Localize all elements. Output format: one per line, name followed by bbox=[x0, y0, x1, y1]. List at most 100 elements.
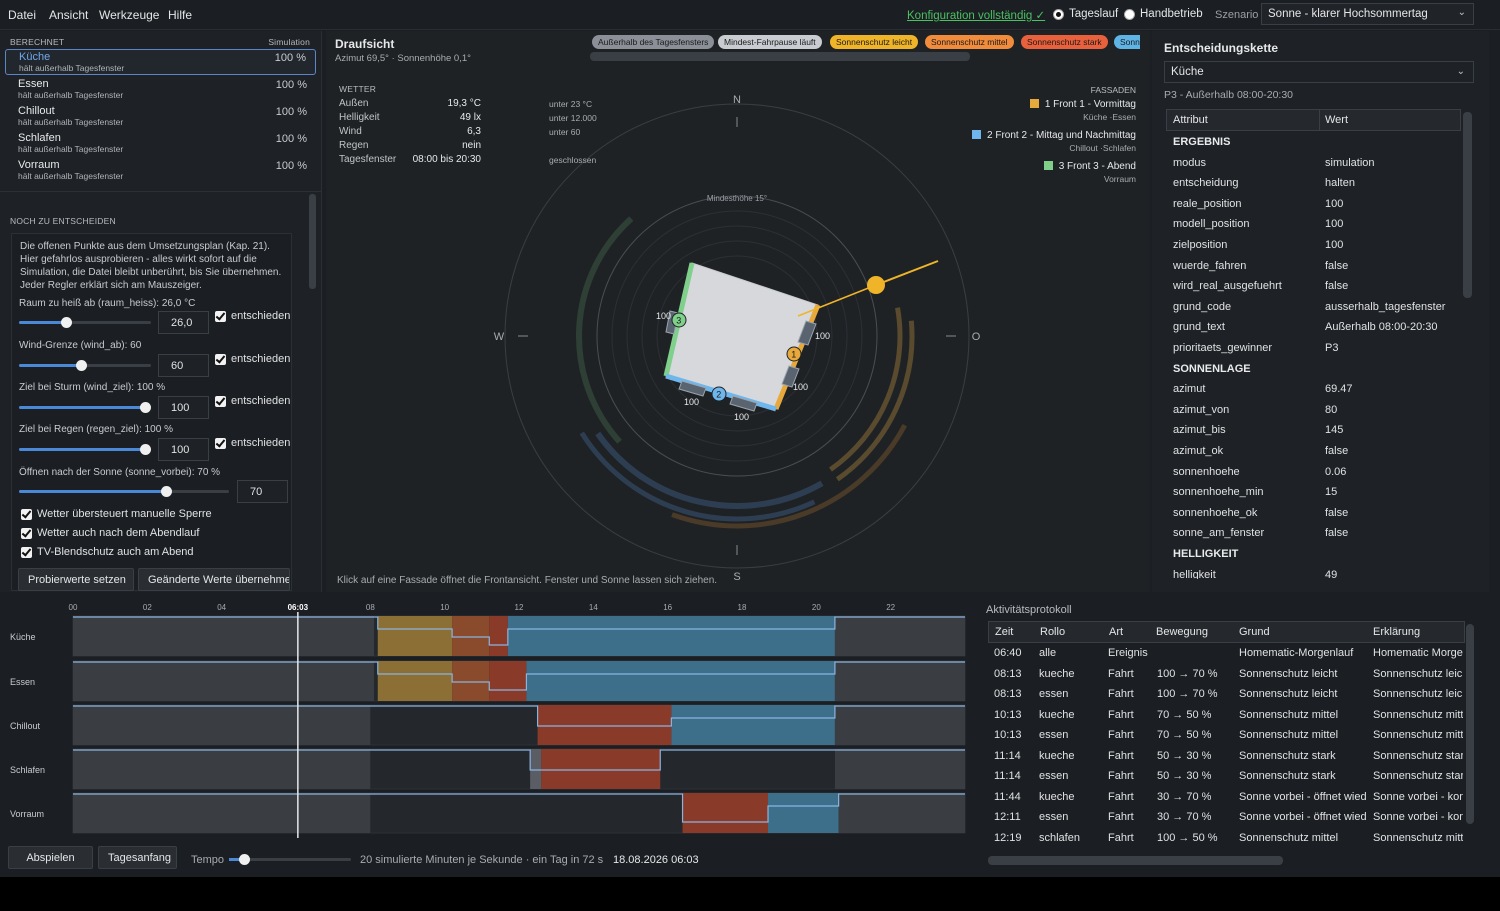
checkbox-wetter-sperre[interactable]: Wetter übersteuert manuelle Sperre bbox=[21, 508, 212, 520]
sonne-vorbei-input[interactable]: 70 bbox=[237, 480, 288, 503]
attribute-row: prioritaets_gewinner P3 bbox=[1173, 339, 1458, 359]
checkbox-tv-blendschutz[interactable]: TV-Blendschutz auch am Abend bbox=[21, 546, 194, 558]
room-item-chillout[interactable]: Chillout hält außerhalb Tagesfenster 100… bbox=[5, 104, 316, 130]
play-button[interactable]: Abspielen bbox=[8, 846, 93, 869]
checkbox-wind-ab-entschieden[interactable]: entschieden bbox=[215, 353, 290, 365]
timeline-room-label: Chillout bbox=[10, 721, 41, 731]
badge-leicht: Sonnenschutz leicht bbox=[830, 35, 919, 49]
menu-datei[interactable]: Datei bbox=[8, 8, 36, 22]
chevron-down-icon: ⌄ bbox=[1457, 7, 1466, 18]
checkbox-regen-ziel-entschieden[interactable]: entschieden bbox=[215, 437, 290, 449]
log-cell: Sonnenschutz stark bbox=[1239, 770, 1336, 782]
checkbox-raum-heiss-entschieden[interactable]: entschieden bbox=[215, 310, 290, 322]
log-row[interactable]: 06:40 alle Ereignis Homematic-Morgenlauf Hom… bbox=[988, 644, 1465, 664]
house[interactable]: 100 100 100 100 100 1 2 3 bbox=[656, 262, 830, 422]
log-cell: kueche bbox=[1039, 790, 1075, 803]
timeline-chart[interactable]: 00 02 04 06:03 08 10 12 14 16 18 20 22 bbox=[0, 594, 980, 846]
slider-sonne-vorbei[interactable] bbox=[19, 486, 229, 497]
slider-knob[interactable] bbox=[239, 854, 250, 865]
weather-key: Wind bbox=[339, 126, 362, 137]
open-points-box: Die offenen Punkte aus dem Umsetzungspla… bbox=[11, 233, 292, 591]
col-attribut[interactable]: Attribut bbox=[1173, 114, 1208, 126]
slider-knob[interactable] bbox=[61, 317, 72, 328]
attribute-key: modell_position bbox=[1173, 218, 1250, 231]
menu-hilfe[interactable]: Hilfe bbox=[168, 8, 192, 22]
attribute-value: ausserhalb_tagesfenster bbox=[1325, 300, 1446, 313]
log-row[interactable]: 11:44 kueche Fahrt 30 → 70 % Sonne vorbei - … bbox=[988, 788, 1465, 808]
log-row[interactable]: 11:14 essen Fahrt 50 → 30 % Sonnenschutz sta… bbox=[988, 767, 1465, 787]
room-item-essen[interactable]: Essen hält außerhalb Tagesfenster 100 % bbox=[5, 77, 316, 103]
tempo-slider[interactable] bbox=[229, 854, 351, 865]
facade-legend-2[interactable]: 2 Front 2 - Mittag und Nachmittag Chillo… bbox=[972, 130, 1136, 153]
log-row[interactable]: 11:14 kueche Fahrt 50 → 30 % Sonnenschutz st… bbox=[988, 747, 1465, 767]
badge-scrollbar[interactable] bbox=[590, 52, 970, 61]
regen-ziel-input[interactable]: 100 bbox=[158, 438, 209, 461]
timeline-segment bbox=[452, 616, 490, 656]
log-col-art[interactable]: Art bbox=[1109, 626, 1123, 638]
attribute-value: Außerhalb 08:00-20:30 bbox=[1325, 321, 1438, 334]
log-col-grund[interactable]: Grund bbox=[1239, 626, 1270, 638]
log-cell: Sonnenschutz mitte bbox=[1373, 708, 1463, 721]
slider-knob[interactable] bbox=[76, 360, 87, 371]
slider-raum-heiss[interactable] bbox=[19, 317, 151, 328]
wind-ziel-input[interactable]: 100 bbox=[158, 396, 209, 419]
config-status-link[interactable]: Konfiguration vollständig ✓ bbox=[907, 8, 1045, 22]
checkbox-wetter-abendlauf[interactable]: Wetter auch nach dem Abendlauf bbox=[21, 527, 199, 539]
log-col-zeit[interactable]: Zeit bbox=[995, 626, 1013, 638]
slider-wind-ziel[interactable] bbox=[19, 402, 151, 413]
checkbox-icon bbox=[215, 310, 226, 322]
probierwerte-setzen-button[interactable]: Probierwerte setzen bbox=[18, 568, 134, 591]
log-cell: Fahrt bbox=[1108, 729, 1134, 741]
log-col-rollo[interactable]: Rollo bbox=[1040, 626, 1065, 638]
room-item-kueche[interactable]: Küche hält außerhalb Tagesfenster 100 % bbox=[5, 49, 316, 75]
left-scrollbar[interactable] bbox=[309, 194, 316, 289]
room-item-vorraum[interactable]: Vorraum hält außerhalb Tagesfenster 100 … bbox=[5, 158, 316, 184]
slider-fill bbox=[19, 321, 66, 324]
badge-sonne: Sonn bbox=[1114, 35, 1140, 49]
log-vertical-scrollbar[interactable] bbox=[1466, 624, 1474, 824]
day-start-button[interactable]: Tagesanfang bbox=[98, 846, 177, 869]
col-wert[interactable]: Wert bbox=[1325, 114, 1348, 126]
tempo-text: 20 simulierte Minuten je Sekunde · ein T… bbox=[360, 854, 604, 866]
facade-legend-1[interactable]: 1 Front 1 - Vormittag Küche ·Essen bbox=[1029, 99, 1136, 122]
menu-ansicht[interactable]: Ansicht bbox=[49, 8, 88, 22]
log-cell: 11:14 bbox=[994, 770, 1021, 782]
facade-legend-3[interactable]: 3 Front 3 - Abend Vorraum bbox=[1043, 161, 1136, 184]
attribute-row: wird_real_ausgefuehrt false bbox=[1173, 277, 1458, 297]
slider-regen-ziel[interactable] bbox=[19, 444, 151, 455]
slider-knob[interactable] bbox=[140, 402, 151, 413]
menu-werkzeuge[interactable]: Werkzeuge bbox=[99, 8, 159, 22]
radio-tageslauf[interactable]: Tageslauf bbox=[1053, 8, 1118, 20]
log-col-bewegung[interactable]: Bewegung bbox=[1156, 626, 1208, 638]
slider-wind-ab[interactable] bbox=[19, 360, 151, 371]
werte-uebernehmen-button[interactable]: Geänderte Werte übernehmen bbox=[138, 568, 290, 591]
radio-handbetrieb[interactable]: Handbetrieb bbox=[1124, 8, 1203, 20]
log-cell: schlafen bbox=[1039, 831, 1080, 844]
decision-scrollbar[interactable] bbox=[1463, 112, 1472, 298]
log-row[interactable]: 08:13 essen Fahrt 100 → 70 % Sonnenschutz le… bbox=[988, 685, 1465, 705]
checkbox-wind-ziel-entschieden[interactable]: entschieden bbox=[215, 395, 290, 407]
log-row[interactable]: 10:13 kueche Fahrt 70 → 50 % Sonnenschutz mi… bbox=[988, 706, 1465, 726]
log-row[interactable]: 10:13 essen Fahrt 70 → 50 % Sonnenschutz mit… bbox=[988, 726, 1465, 746]
log-row[interactable]: 12:19 schlafen Fahrt 100 → 50 % Sonnenschutz… bbox=[988, 829, 1465, 849]
wind-ab-input[interactable]: 60 bbox=[158, 354, 209, 377]
marker-1-label: 1 bbox=[791, 349, 796, 359]
decision-room-select[interactable]: Küche ⌄ bbox=[1164, 61, 1474, 83]
window-value-chillout: 100 bbox=[684, 397, 699, 407]
log-row[interactable]: 08:13 kueche Fahrt 100 → 70 % Sonnenschutz l… bbox=[988, 665, 1465, 685]
weather-value: 6,3 bbox=[467, 126, 481, 137]
room-item-schlafen[interactable]: Schlafen hält außerhalb Tagesfenster 100… bbox=[5, 131, 316, 157]
log-cell: 70 → 50 % bbox=[1157, 729, 1212, 741]
log-cell: Fahrt bbox=[1108, 667, 1134, 680]
checkbox-icon bbox=[215, 353, 226, 365]
slider-knob[interactable] bbox=[140, 444, 151, 455]
log-row[interactable]: 12:11 essen Fahrt 30 → 70 % Sonne vorbei - ö… bbox=[988, 808, 1465, 828]
scenario-select[interactable]: Sonne - klarer Hochsommertag ⌄ bbox=[1261, 3, 1474, 25]
log-col-erklaerung[interactable]: Erklärung bbox=[1373, 626, 1420, 638]
sun-ray-outer bbox=[875, 260, 939, 286]
raum-heiss-input[interactable]: 26,0 bbox=[158, 311, 209, 334]
log-cell: Sonnenschutz mitte bbox=[1373, 831, 1463, 844]
weather-threshold: geschlossen bbox=[549, 155, 597, 165]
log-horizontal-scrollbar[interactable] bbox=[988, 856, 1283, 865]
slider-knob[interactable] bbox=[161, 486, 172, 497]
